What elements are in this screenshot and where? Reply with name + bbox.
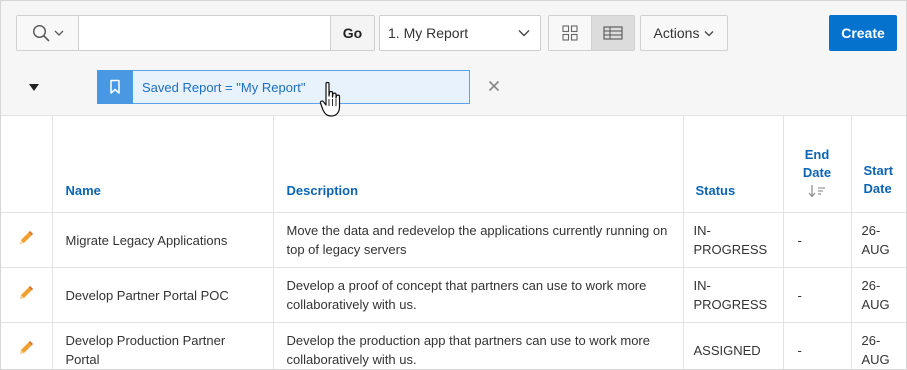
view-switcher (548, 15, 635, 51)
actions-label: Actions (653, 25, 700, 41)
cell-description: Develop a proof of concept that partners… (273, 267, 684, 323)
cell-name: Migrate Legacy Applications (52, 212, 274, 268)
cell-start-date: 26- AUG (851, 322, 906, 369)
go-button[interactable]: Go (330, 16, 374, 50)
search-icon (32, 24, 49, 42)
column-header-edit (1, 116, 53, 213)
start-date-line2: AUG (861, 242, 890, 257)
cell-description: Move the data and redevelop the applicat… (273, 212, 684, 268)
search-bar: Go (16, 15, 375, 51)
start-date-label-line2: Date (863, 181, 892, 196)
pencil-icon[interactable] (17, 339, 35, 357)
column-header-end-date[interactable]: End Date (783, 116, 852, 213)
chevron-down-icon (704, 30, 714, 36)
interactive-report: Go 1. My Report Actions Create Saved Rep… (0, 0, 907, 370)
report-view-icon (603, 26, 623, 40)
column-header-name[interactable]: Name (52, 116, 274, 213)
start-date-line2: AUG (861, 352, 890, 367)
edit-cell[interactable] (1, 267, 53, 323)
cell-name: Develop Partner Portal POC (52, 267, 274, 323)
end-date-label-line2: Date (802, 165, 832, 180)
cell-status: IN- PROGRESS (683, 212, 784, 268)
status-line1: IN- (693, 278, 711, 293)
table-row: Migrate Legacy Applications Move the dat… (1, 212, 906, 268)
edit-cell[interactable] (1, 322, 53, 369)
column-header-description[interactable]: Description (273, 116, 684, 213)
column-header-status[interactable]: Status (683, 116, 784, 213)
start-date-line1: 26- (861, 223, 881, 238)
actions-menu-button[interactable]: Actions (640, 15, 728, 51)
search-columns-button[interactable] (17, 16, 79, 50)
cell-name: Develop Production Partner Portal (52, 322, 274, 369)
cell-end-date: - (783, 267, 852, 323)
close-icon[interactable] (487, 79, 501, 93)
saved-report-filter[interactable]: Saved Report = "My Report" (97, 69, 470, 104)
cell-start-date: 26- AUG (851, 212, 906, 268)
status-line2: PROGRESS (693, 242, 768, 257)
chevron-down-icon (54, 30, 63, 36)
table-row: Develop Production Partner Portal Develo… (1, 322, 906, 369)
sort-descending-icon (808, 185, 825, 198)
chevron-down-icon (518, 30, 530, 37)
pencil-icon[interactable] (17, 229, 35, 247)
column-header-start-date[interactable]: Start Date (851, 116, 906, 213)
report-view-button[interactable] (591, 16, 634, 50)
table-row: Develop Partner Portal POC Develop a pro… (1, 267, 906, 323)
cell-status: IN- PROGRESS (683, 267, 784, 323)
status-line1: ASSIGNED (693, 342, 761, 358)
start-date-label-line1: Start (863, 163, 894, 178)
start-date-line1: 26- (861, 333, 881, 348)
filter-label: Saved Report = "My Report" (142, 79, 306, 95)
start-date-line2: AUG (861, 297, 890, 312)
cell-end-date: - (783, 322, 852, 369)
end-date-label-line1: End (804, 147, 830, 162)
create-button[interactable]: Create (829, 15, 897, 51)
table-header-row: Name Description Status End Date Start D… (1, 116, 906, 213)
saved-report-select[interactable]: 1. My Report (379, 15, 541, 51)
saved-report-select-value: 1. My Report (388, 25, 469, 41)
start-date-line1: 26- (861, 278, 881, 293)
cell-description: Develop the production app that partners… (273, 322, 684, 369)
cell-status: ASSIGNED (683, 322, 784, 369)
cell-end-date: - (783, 212, 852, 268)
bookmark-icon (97, 69, 133, 104)
grid-view-button[interactable] (549, 16, 591, 50)
pencil-icon[interactable] (17, 284, 35, 302)
status-line2: PROGRESS (693, 297, 768, 312)
report-table: Name Description Status End Date Start D… (1, 116, 906, 369)
collapse-triangle-icon[interactable] (28, 83, 40, 93)
grid-view-icon (562, 25, 578, 41)
cell-start-date: 26- AUG (851, 267, 906, 323)
report-toolbar: Go 1. My Report Actions Create (1, 1, 906, 61)
search-input[interactable] (79, 16, 330, 50)
report-settings-region: Saved Report = "My Report" (1, 61, 906, 116)
edit-cell[interactable] (1, 212, 53, 268)
status-line1: IN- (693, 223, 711, 238)
